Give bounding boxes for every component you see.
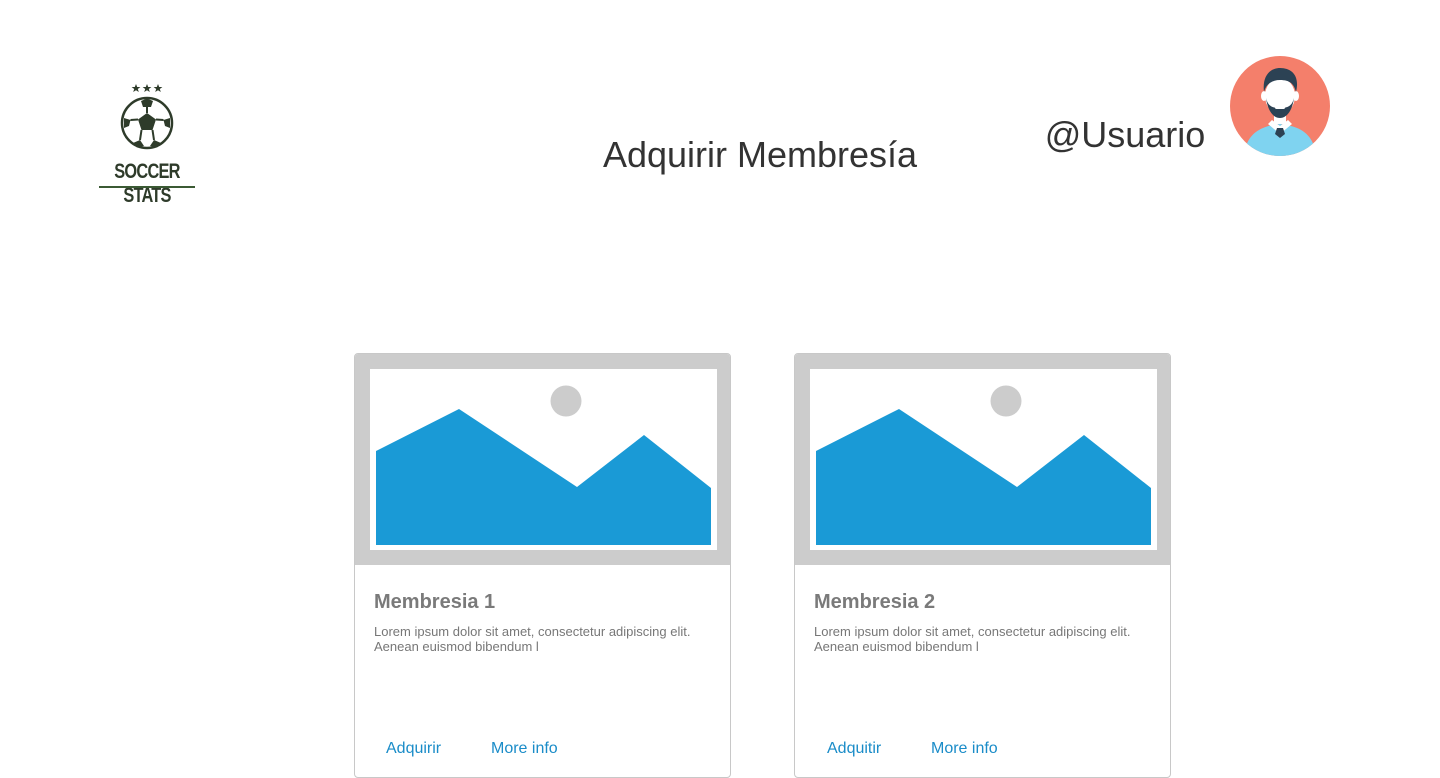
page: SOCCER STATS Adquirir Membresía @Usuario (0, 0, 1440, 778)
soccer-ball-icon (120, 84, 174, 150)
username-label[interactable]: @Usuario (1030, 112, 1220, 158)
acquire-button[interactable]: Adquirir (386, 740, 441, 758)
more-info-link[interactable]: More info (931, 740, 998, 758)
user-avatar[interactable] (1230, 56, 1330, 156)
card-description: Lorem ipsum dolor sit amet, consectetur … (374, 624, 691, 654)
card-title: Membresia 1 (374, 591, 496, 613)
card-description: Lorem ipsum dolor sit amet, consectetur … (814, 624, 1131, 654)
brand-underline (99, 186, 195, 188)
image-placeholder-icon (355, 354, 730, 565)
brand-name: SOCCER STATS (114, 160, 180, 207)
page-title: Adquirir Membresía (602, 134, 918, 175)
membership-card-2: Membresia 2 Lorem ipsum dolor sit amet, … (794, 353, 1171, 778)
image-placeholder-icon (795, 354, 1170, 565)
user-avatar-icon (1230, 56, 1330, 156)
acquire-button[interactable]: Adquitir (827, 740, 881, 758)
card-title: Membresia 2 (814, 591, 936, 613)
more-info-link[interactable]: More info (491, 740, 558, 758)
membership-card-1: Membresia 1 Lorem ipsum dolor sit amet, … (354, 353, 731, 778)
brand-logo[interactable]: SOCCER STATS (96, 80, 198, 207)
